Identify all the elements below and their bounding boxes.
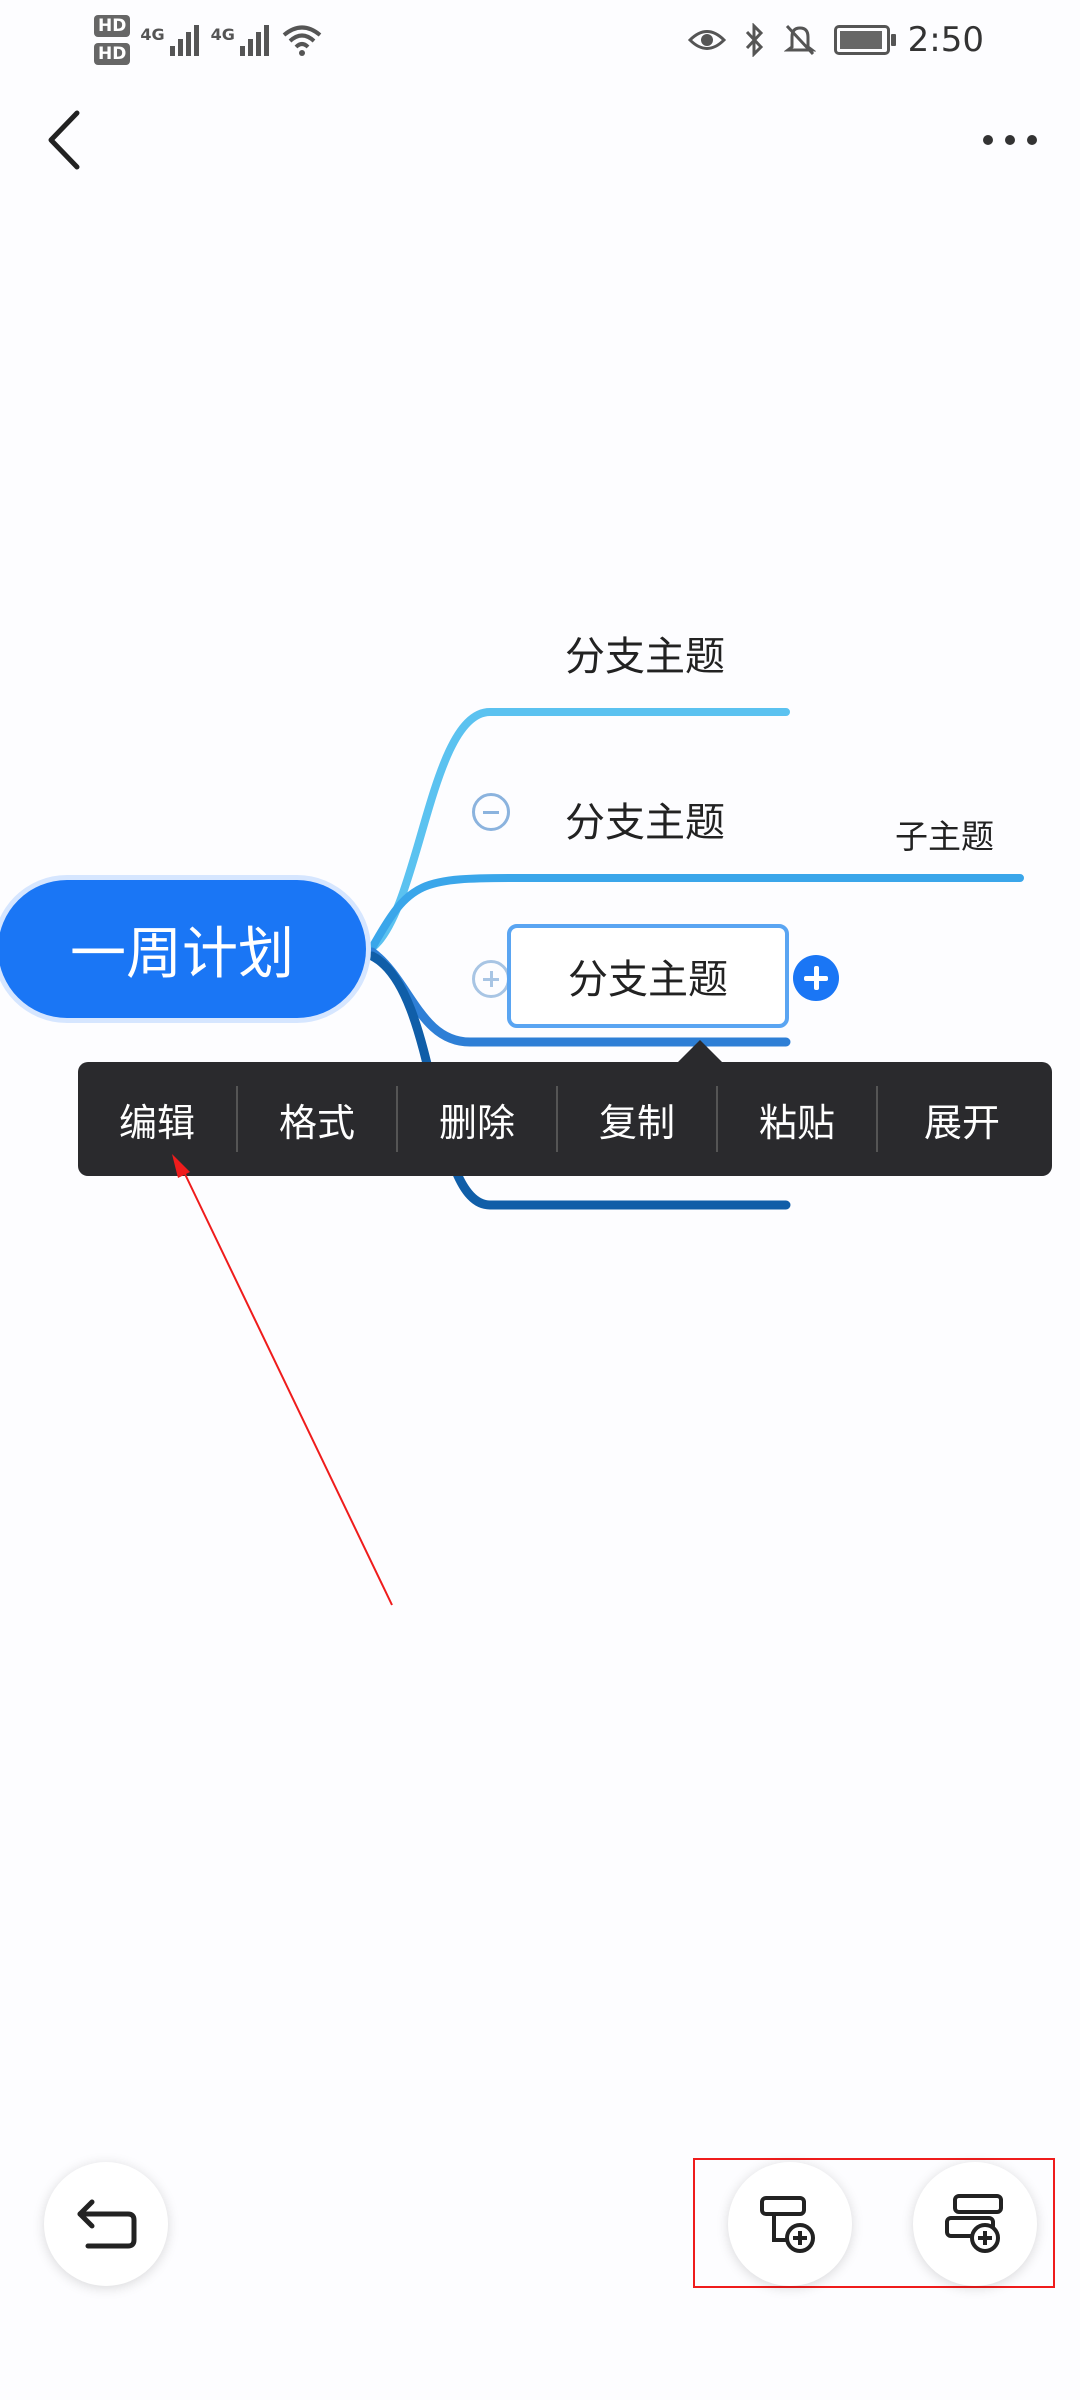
menu-paste[interactable]: 粘贴 [718, 1086, 876, 1152]
add-topic-icon [945, 2194, 1003, 2253]
add-subtopic-button[interactable] [728, 2162, 852, 2286]
collapse-button[interactable] [472, 793, 510, 831]
add-topic-plus-button[interactable] [793, 955, 839, 1001]
menu-format[interactable]: 格式 [238, 1086, 396, 1152]
add-subtopic-icon [760, 2196, 815, 2253]
branch-topic-2[interactable]: 分支主题 [565, 790, 725, 848]
selected-branch-topic[interactable]: 分支主题 [507, 924, 789, 1028]
undo-icon [77, 2199, 137, 2249]
menu-copy[interactable]: 复制 [558, 1086, 716, 1152]
expand-button[interactable] [472, 960, 510, 998]
add-topic-button[interactable] [913, 2162, 1037, 2286]
context-menu: 编辑 格式 删除 复制 粘贴 展开 [78, 1062, 1052, 1176]
mindmap-branch-lines [367, 708, 1024, 1210]
sub-topic[interactable]: 子主题 [895, 810, 994, 858]
menu-delete[interactable]: 删除 [398, 1086, 556, 1152]
menu-edit[interactable]: 编辑 [78, 1086, 236, 1152]
menu-expand[interactable]: 展开 [878, 1086, 1046, 1152]
context-menu-pointer [676, 1040, 724, 1064]
branch-topic-1[interactable]: 分支主题 [565, 624, 725, 682]
undo-button[interactable] [44, 2162, 168, 2286]
central-topic[interactable]: 一周计划 [0, 880, 366, 1018]
